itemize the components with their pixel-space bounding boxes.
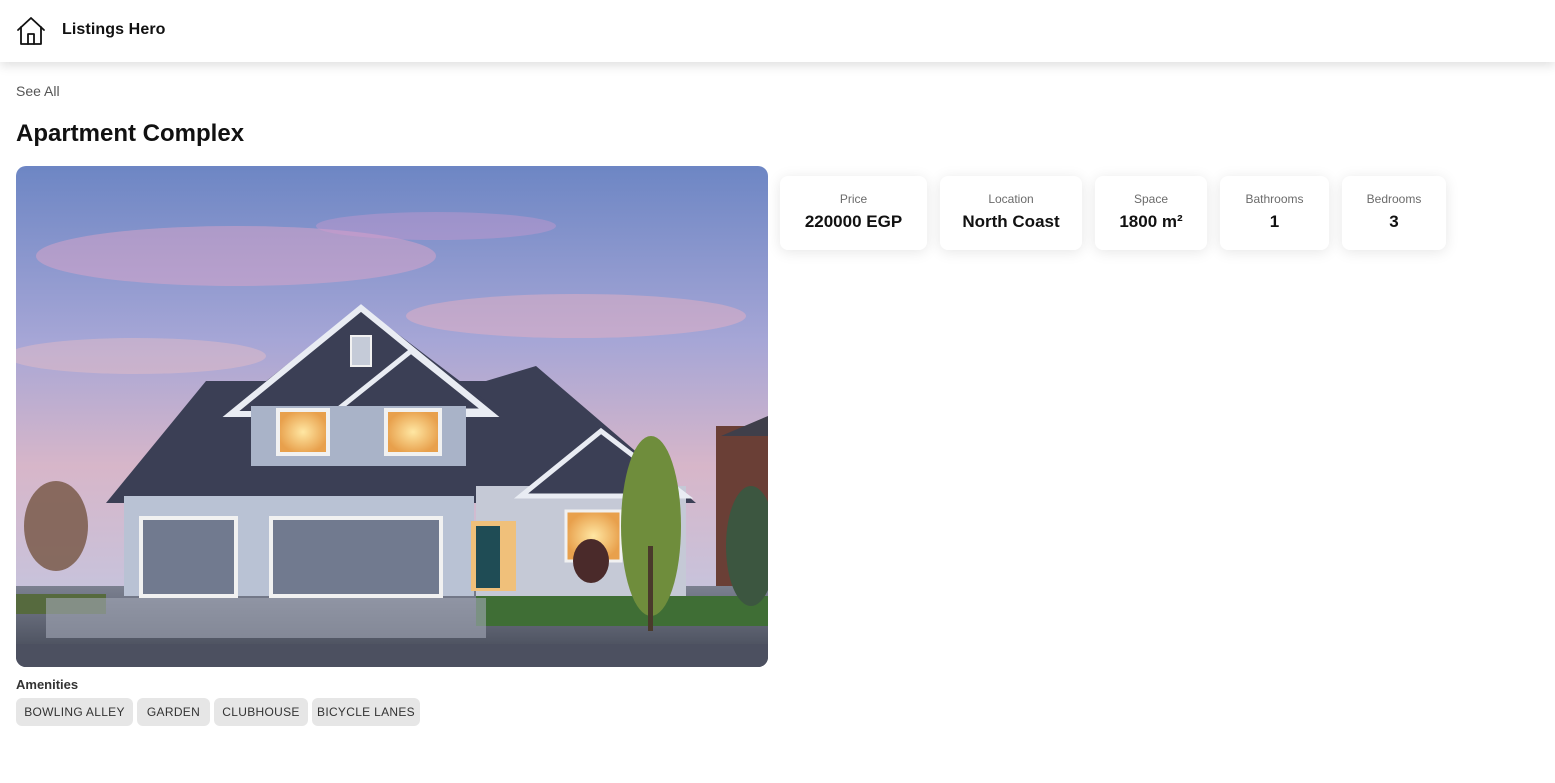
stat-label: Price [839, 192, 868, 206]
stat-card-bathrooms: Bathrooms 1 [1220, 176, 1329, 250]
stat-card-price: Price 220000 EGP [780, 176, 927, 250]
stat-label: Bathrooms [1245, 192, 1304, 206]
brand-title[interactable]: Listings Hero [62, 21, 166, 39]
stat-card-bedrooms: Bedrooms 3 [1342, 176, 1446, 250]
see-all-link[interactable]: See All [16, 83, 60, 99]
stat-value: 1 [1269, 212, 1280, 231]
stat-value: 1800 m² [1119, 212, 1183, 231]
amenity-tag: BOWLING ALLEY [16, 698, 133, 726]
stat-card-location: Location North Coast [940, 176, 1082, 250]
stat-value: 3 [1389, 212, 1399, 231]
amenities-heading: Amenities [16, 677, 79, 692]
stat-value: 220000 EGP [804, 212, 903, 231]
amenity-tag: GARDEN [137, 698, 210, 726]
stat-label: Bedrooms [1366, 192, 1422, 206]
stat-card-space: Space 1800 m² [1095, 176, 1207, 250]
home-icon[interactable] [15, 15, 47, 47]
amenity-tag: BICYCLE LANES [312, 698, 420, 726]
top-navbar: Listings Hero [0, 0, 1555, 62]
stat-label: Location [988, 192, 1034, 206]
house-photo [16, 166, 768, 667]
listing-title: Apartment Complex [16, 120, 245, 147]
stat-value: North Coast [962, 212, 1060, 231]
stat-label: Space [1133, 192, 1169, 206]
listing-photo [16, 166, 768, 667]
amenity-tag: CLUBHOUSE [214, 698, 308, 726]
